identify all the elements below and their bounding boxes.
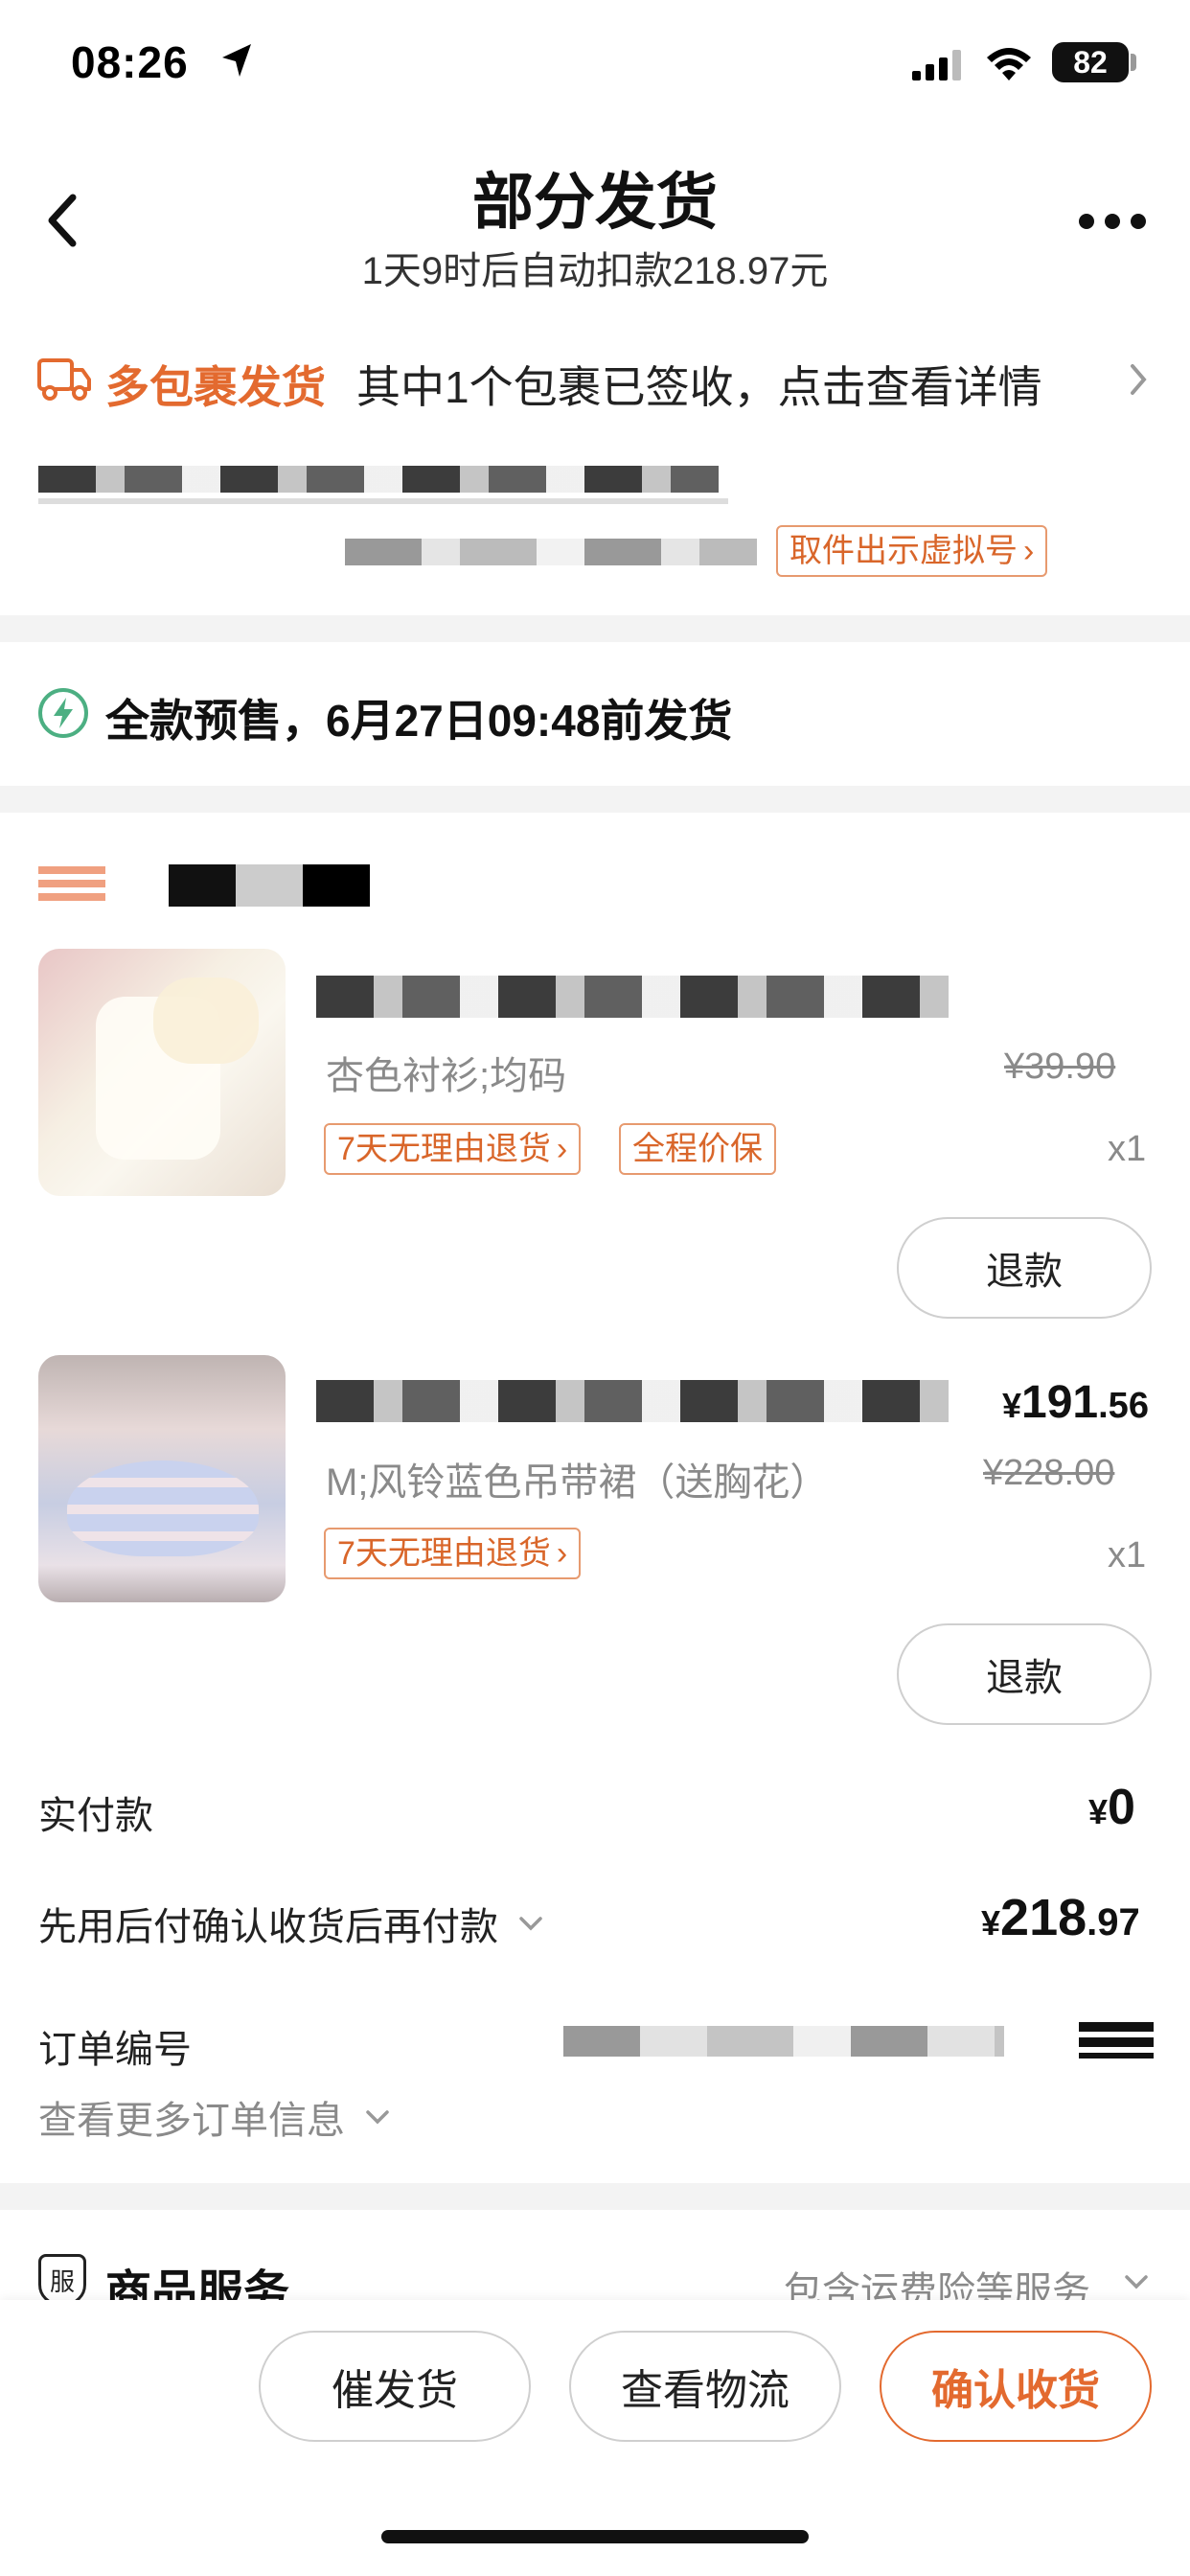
location-arrow-icon (222, 44, 251, 77)
battery-indicator: 82 (1052, 42, 1129, 82)
product-image-skirt[interactable] (38, 1355, 286, 1602)
refund-button[interactable]: 退款 (897, 1623, 1152, 1725)
price-protection-tag: 全程价保 (619, 1123, 776, 1175)
quantity: x1 (1108, 1535, 1147, 1576)
pay-later-row[interactable]: 先用后付确认收货后再付款 (38, 1896, 550, 1951)
chevron-down-icon (519, 1917, 542, 1931)
pay-later-amount: ¥218.97 (981, 1888, 1140, 1947)
service-shield-icon: 服 (38, 2254, 86, 2306)
currency-symbol: ¥ (1088, 1792, 1109, 1831)
price-protection-label: 全程价保 (632, 1131, 763, 1167)
chevron-right-icon: › (556, 1535, 568, 1572)
order-number-label: 订单编号 (38, 2029, 192, 2071)
section-divider (0, 615, 1190, 642)
urge-shipping-button[interactable]: 催发货 (259, 2331, 531, 2442)
more-order-info[interactable]: 查看更多订单信息 (38, 2089, 397, 2145)
pay-later-label: 先用后付确认收货后再付款 (38, 1906, 498, 1948)
order-number-redacted (563, 2026, 1004, 2057)
chevron-right-icon (1131, 364, 1147, 395)
quantity: x1 (1108, 1129, 1147, 1169)
product-title-redacted[interactable] (316, 1380, 949, 1422)
battery-tip (1131, 54, 1136, 71)
chevron-right-icon: › (556, 1131, 568, 1167)
section-divider (0, 786, 1190, 813)
return-policy-tag[interactable]: 7天无理由退货 › (324, 1123, 582, 1175)
paid-value: 0 (1108, 1780, 1135, 1835)
store-name-redacted[interactable] (169, 864, 370, 907)
service-icon-char: 服 (49, 2266, 75, 2296)
amount-decimal: .97 (1087, 1901, 1140, 1944)
amount-integer: 218 (1000, 1889, 1087, 1946)
chevron-down-icon (1125, 2275, 1148, 2289)
store-logo (38, 866, 105, 905)
wifi-icon (987, 48, 1031, 80)
price-decimal: .56 (1098, 1386, 1149, 1426)
auto-deduct-notice: 1天9时后自动扣款218.97元 (361, 250, 829, 292)
signal-icon (912, 50, 961, 80)
copy-button[interactable] (1079, 2022, 1154, 2058)
refund-button[interactable]: 退款 (897, 1217, 1152, 1319)
original-price: ¥39.90 (1004, 1046, 1116, 1087)
original-price: ¥228.00 (983, 1453, 1115, 1493)
return-policy-label: 7天无理由退货 (337, 1131, 551, 1167)
pickup-virtual-number-tag[interactable]: 取件出示虚拟号 › (776, 525, 1048, 577)
price-integer: 191 (1021, 1377, 1099, 1428)
page-title: 部分发货 (472, 168, 718, 237)
item-price: ¥191.56 (1002, 1376, 1149, 1429)
redacted-line (38, 498, 728, 504)
paid-amount: ¥0 (1088, 1779, 1135, 1836)
multi-package-label: 多包裹发货 (105, 362, 326, 412)
currency-symbol: ¥ (981, 1903, 1001, 1943)
status-time: 08:26 (71, 37, 189, 87)
redacted-phone (345, 539, 757, 565)
variant-text: M;风铃蓝色吊带裙（送胸花） (326, 1461, 829, 1504)
truck-icon (37, 358, 91, 401)
return-policy-tag[interactable]: 7天无理由退货 › (324, 1528, 582, 1579)
package-status-text: 其中1个包裹已签收，点击查看详情 (356, 362, 1042, 412)
chevron-down-icon (366, 2110, 389, 2125)
more-order-info-label: 查看更多订单信息 (38, 2100, 345, 2142)
redacted-address (38, 466, 719, 493)
variant-text: 杏色衬衫;均码 (326, 1055, 567, 1097)
lightning-icon (38, 688, 88, 738)
section-divider (0, 2183, 1190, 2210)
shipping-row[interactable]: 多包裹发货 其中1个包裹已签收，点击查看详情 (0, 335, 1190, 427)
product-image-blouse[interactable] (38, 949, 286, 1196)
more-icon[interactable] (1077, 209, 1148, 234)
home-indicator[interactable] (381, 2530, 809, 2543)
view-logistics-button[interactable]: 查看物流 (569, 2331, 841, 2442)
product-title-redacted[interactable] (316, 976, 949, 1018)
pickup-tag-label: 取件出示虚拟号 (790, 533, 1018, 569)
presale-text: 全款预售，6月27日09:48前发货 (105, 696, 733, 746)
confirm-receipt-button[interactable]: 确认收货 (880, 2331, 1152, 2442)
currency-symbol: ¥ (1002, 1386, 1022, 1425)
return-policy-label: 7天无理由退货 (337, 1535, 551, 1572)
chevron-right-icon: › (1023, 533, 1035, 569)
paid-label: 实付款 (38, 1795, 153, 1837)
